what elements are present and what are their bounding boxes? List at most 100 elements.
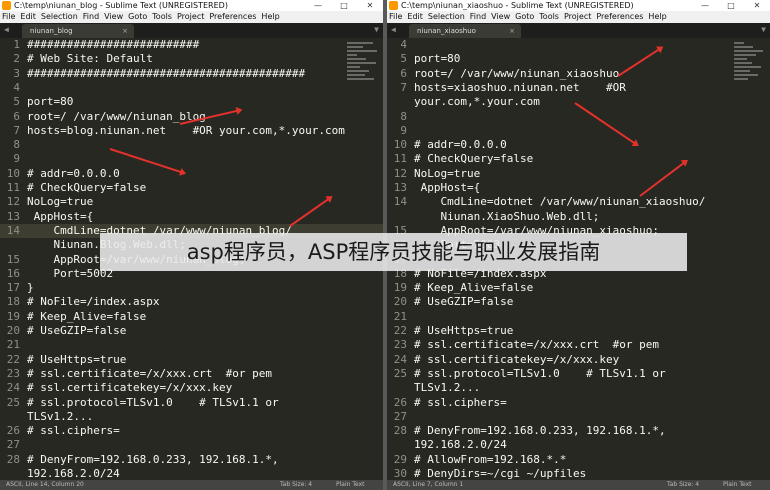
code-line[interactable]: 26 # ssl.ciphers= [387,396,770,410]
code-text[interactable]: # ssl.protocol=TLSv1.0 # TLSv1.1 or [414,367,666,381]
code-text[interactable]: # Keep_Alive=false [414,281,533,295]
code-text[interactable]: TLSv1.2... [27,410,93,424]
code-line[interactable]: 21 [0,338,383,352]
code-text[interactable]: # CheckQuery=false [27,181,146,195]
code-text[interactable]: # addr=0.0.0.0 [27,167,120,181]
code-text[interactable]: # ssl.certificatekey=/x/xxx.key [27,381,232,395]
code-line[interactable]: 2 # Web Site: Default [0,52,383,66]
code-text[interactable]: NoLog=true [414,167,480,181]
menu-help[interactable]: Help [648,12,666,21]
code-line[interactable]: 7 hosts=xiaoshuo.niunan.net #OR [387,81,770,95]
code-line[interactable]: 29 # AllowFrom=192.168.*.* [387,453,770,467]
menu-project[interactable]: Project [177,12,204,21]
code-line[interactable]: 22 # UseHttps=true [0,353,383,367]
code-line[interactable]: 17} [0,281,383,295]
code-text[interactable]: # ssl.ciphers= [414,396,507,410]
menu-preferences[interactable]: Preferences [209,12,256,21]
minimap[interactable] [734,40,766,110]
code-text[interactable]: # addr=0.0.0.0 [414,138,507,152]
code-line[interactable]: 11 # CheckQuery=false [0,181,383,195]
code-line[interactable]: 20 # UseGZIP=false [0,324,383,338]
tab-dropdown-icon[interactable]: ▼ [761,25,766,34]
menu-help[interactable]: Help [261,12,279,21]
menu-find[interactable]: Find [470,12,486,21]
menu-goto[interactable]: Goto [515,12,534,21]
code-text[interactable]: # Keep_Alive=false [27,310,146,324]
menu-project[interactable]: Project [564,12,591,21]
code-text[interactable]: # ssl.certificate=/x/xxx.crt #or pem [27,367,272,381]
code-line[interactable]: your.com,*.your.com [387,95,770,109]
code-text[interactable]: # DenyFrom=192.168.0.233, 192.168.1.*, [27,453,279,467]
code-line[interactable]: 192.168.2.0/24 [387,438,770,452]
code-line[interactable]: 4 [0,81,383,95]
code-text[interactable]: AppHost={ [414,181,481,195]
code-line[interactable]: 14 CmdLine=dotnet /var/www/niunan_xiaosh… [387,195,770,209]
code-line[interactable]: 5 port=80 [0,95,383,109]
minimize-icon[interactable]: — [305,0,331,11]
code-text[interactable]: ########################## [27,38,199,52]
menu-selection[interactable]: Selection [428,12,465,21]
status-syntax[interactable]: Plain Text [336,480,364,490]
code-text[interactable]: # AllowFrom=192.168.*.* [414,453,566,467]
code-text[interactable]: hosts=blog.niunan.net #OR your.com,*.you… [27,124,345,138]
code-text[interactable]: 192.168.2.0/24 [414,438,507,452]
code-line[interactable]: 5 port=80 [387,52,770,66]
tab-niunan-xiaoshuo[interactable]: niunan_xiaoshuo × [409,24,521,38]
code-line[interactable]: 25 # ssl.protocol=TLSv1.0 # TLSv1.1 or [387,367,770,381]
menu-preferences[interactable]: Preferences [596,12,643,21]
code-text[interactable]: # UseHttps=true [414,324,513,338]
code-line[interactable]: Niunan.XiaoShuo.Web.dll; [387,210,770,224]
code-line[interactable]: 11 # CheckQuery=false [387,152,770,166]
menu-view[interactable]: View [491,12,510,21]
code-text[interactable]: # UseGZIP=false [27,324,126,338]
code-text[interactable]: port=80 [27,95,73,109]
code-line[interactable]: 10 # addr=0.0.0.0 [387,138,770,152]
code-text[interactable]: root=/ /var/www/niunan_xiaoshuo [414,67,619,81]
code-line[interactable]: 21 [387,310,770,324]
code-line[interactable]: 9 [0,152,383,166]
code-text[interactable]: CmdLine=dotnet /var/www/niunan_xiaoshuo/ [414,195,705,209]
menu-edit[interactable]: Edit [20,12,36,21]
code-text[interactable]: hosts=xiaoshuo.niunan.net #OR [414,81,626,95]
code-text[interactable]: # ssl.certificate=/x/xxx.crt #or pem [414,338,659,352]
code-text[interactable]: AppHost={ [27,210,94,224]
code-line[interactable]: 8 [387,110,770,124]
code-text[interactable]: Niunan.XiaoShuo.Web.dll; [414,210,599,224]
code-text[interactable]: # Web Site: Default [27,52,153,66]
code-line[interactable]: 18 # NoFile=/index.aspx [0,295,383,309]
code-line[interactable]: 19 # Keep_Alive=false [0,310,383,324]
code-line[interactable]: 19 # Keep_Alive=false [387,281,770,295]
code-line[interactable]: 28 # DenyFrom=192.168.0.233, 192.168.1.*, [387,424,770,438]
code-text[interactable]: } [27,281,34,295]
code-line[interactable]: 12 NoLog=true [387,167,770,181]
menu-file[interactable]: File [2,12,15,21]
code-line[interactable]: 20 # UseGZIP=false [387,295,770,309]
code-line[interactable]: 3 #######################################… [0,67,383,81]
code-text[interactable]: ########################################… [27,67,305,81]
code-text[interactable]: # NoFile=/index.aspx [27,295,159,309]
code-line[interactable]: 1 ########################## [0,38,383,52]
code-line[interactable]: TLSv1.2... [387,381,770,395]
menu-file[interactable]: File [389,12,402,21]
code-line[interactable]: 23 # ssl.certificate=/x/xxx.crt #or pem [0,367,383,381]
menu-tools[interactable]: Tools [152,12,172,21]
tab-dropdown-icon[interactable]: ▼ [374,25,379,34]
minimize-icon[interactable]: — [692,0,718,11]
tab-close-icon[interactable]: × [122,24,128,38]
code-text[interactable]: # CheckQuery=false [414,152,533,166]
code-line[interactable]: 9 [387,124,770,138]
code-line[interactable]: TLSv1.2... [0,410,383,424]
code-line[interactable]: 10 # addr=0.0.0.0 [0,167,383,181]
code-line[interactable]: 13 AppHost={ [0,210,383,224]
code-text[interactable]: port=80 [414,52,460,66]
code-text[interactable]: TLSv1.2... [414,381,480,395]
menu-find[interactable]: Find [83,12,99,21]
status-tab-size[interactable]: Tab Size: 4 [667,480,699,490]
menu-goto[interactable]: Goto [128,12,147,21]
code-line[interactable]: 28 # DenyFrom=192.168.0.233, 192.168.1.*, [0,453,383,467]
code-line[interactable]: 22 # UseHttps=true [387,324,770,338]
code-line[interactable]: 27 [0,438,383,452]
maximize-icon[interactable]: □ [331,0,357,11]
code-text[interactable]: # ssl.ciphers= [27,424,120,438]
code-text[interactable]: # UseGZIP=false [414,295,513,309]
